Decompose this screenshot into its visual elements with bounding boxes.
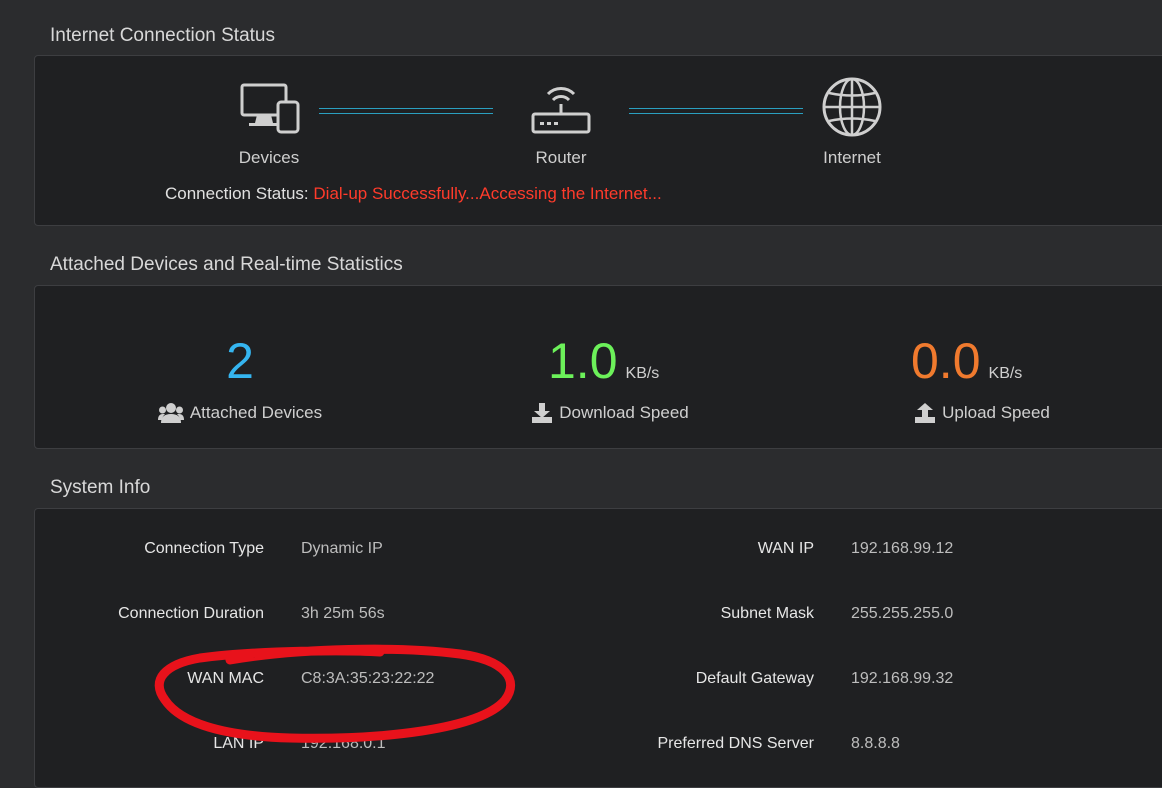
attached-devices-stat: 2 Attached Devices: [155, 336, 325, 424]
download-icon: [532, 403, 553, 423]
upload-speed-stat: 0.0 KB/s Upload Speed: [897, 336, 1067, 424]
preferred-dns-key: Preferred DNS Server: [657, 735, 815, 752]
upload-icon: [915, 403, 936, 423]
wan-ip-key: WAN IP: [757, 540, 814, 557]
system-info-panel: Connection Type Dynamic IP Connection Du…: [34, 508, 1162, 788]
download-speed-unit: KB/s: [625, 365, 660, 382]
lan-ip-key: LAN IP: [213, 735, 264, 752]
default-gateway-value: 192.168.99.32: [851, 670, 954, 687]
lan-ip-value: 192.168.0.1: [301, 735, 386, 752]
download-speed-value: 1.0: [548, 333, 618, 389]
connection-type-key: Connection Type: [144, 540, 264, 557]
system-info-title: System Info: [50, 477, 151, 498]
internet-status-panel: Devices Router Internet Connection Statu…: [34, 55, 1162, 226]
upload-speed-value: 0.0: [911, 333, 981, 389]
connection-type-value: Dynamic IP: [301, 540, 383, 557]
devices-label: Devices: [238, 148, 300, 167]
stats-title: Attached Devices and Real-time Statistic…: [50, 254, 403, 275]
upload-speed-caption: Upload Speed: [942, 403, 1050, 422]
upload-speed-unit: KB/s: [988, 365, 1023, 382]
wan-mac-key: WAN MAC: [187, 670, 264, 687]
devices-icon: [240, 83, 300, 134]
internet-status-title: Internet Connection Status: [50, 25, 275, 46]
users-icon: [157, 403, 184, 423]
attached-devices-caption: Attached Devices: [189, 403, 323, 422]
router-icon: [531, 87, 591, 134]
preferred-dns-value: 8.8.8.8: [851, 735, 900, 752]
subnet-mask-value: 255.255.255.0: [851, 605, 954, 622]
connection-duration-value: 3h 25m 56s: [301, 605, 385, 622]
connection-status-value: Dial-up Successfully...Accessing the Int…: [313, 184, 662, 203]
connection-status: Connection Status: Dial-up Successfully.…: [165, 184, 662, 204]
attached-devices-count: 2: [226, 333, 254, 389]
internet-label: Internet: [823, 148, 881, 167]
router-label: Router: [535, 148, 587, 167]
globe-icon: [822, 77, 882, 137]
stats-panel: 2 Attached Devices 1.0 KB/s Download Spe…: [34, 285, 1162, 449]
wan-ip-value: 192.168.99.12: [851, 540, 954, 557]
wan-mac-value: C8:3A:35:23:22:22: [301, 670, 435, 687]
devices-router-link: [319, 108, 493, 114]
default-gateway-key: Default Gateway: [695, 670, 814, 687]
connection-duration-key: Connection Duration: [118, 605, 264, 622]
download-speed-caption: Download Speed: [559, 403, 689, 422]
download-speed-stat: 1.0 KB/s Download Speed: [525, 336, 695, 424]
connection-status-label: Connection Status:: [165, 184, 309, 203]
subnet-mask-key: Subnet Mask: [720, 605, 814, 622]
router-internet-link: [629, 108, 803, 114]
